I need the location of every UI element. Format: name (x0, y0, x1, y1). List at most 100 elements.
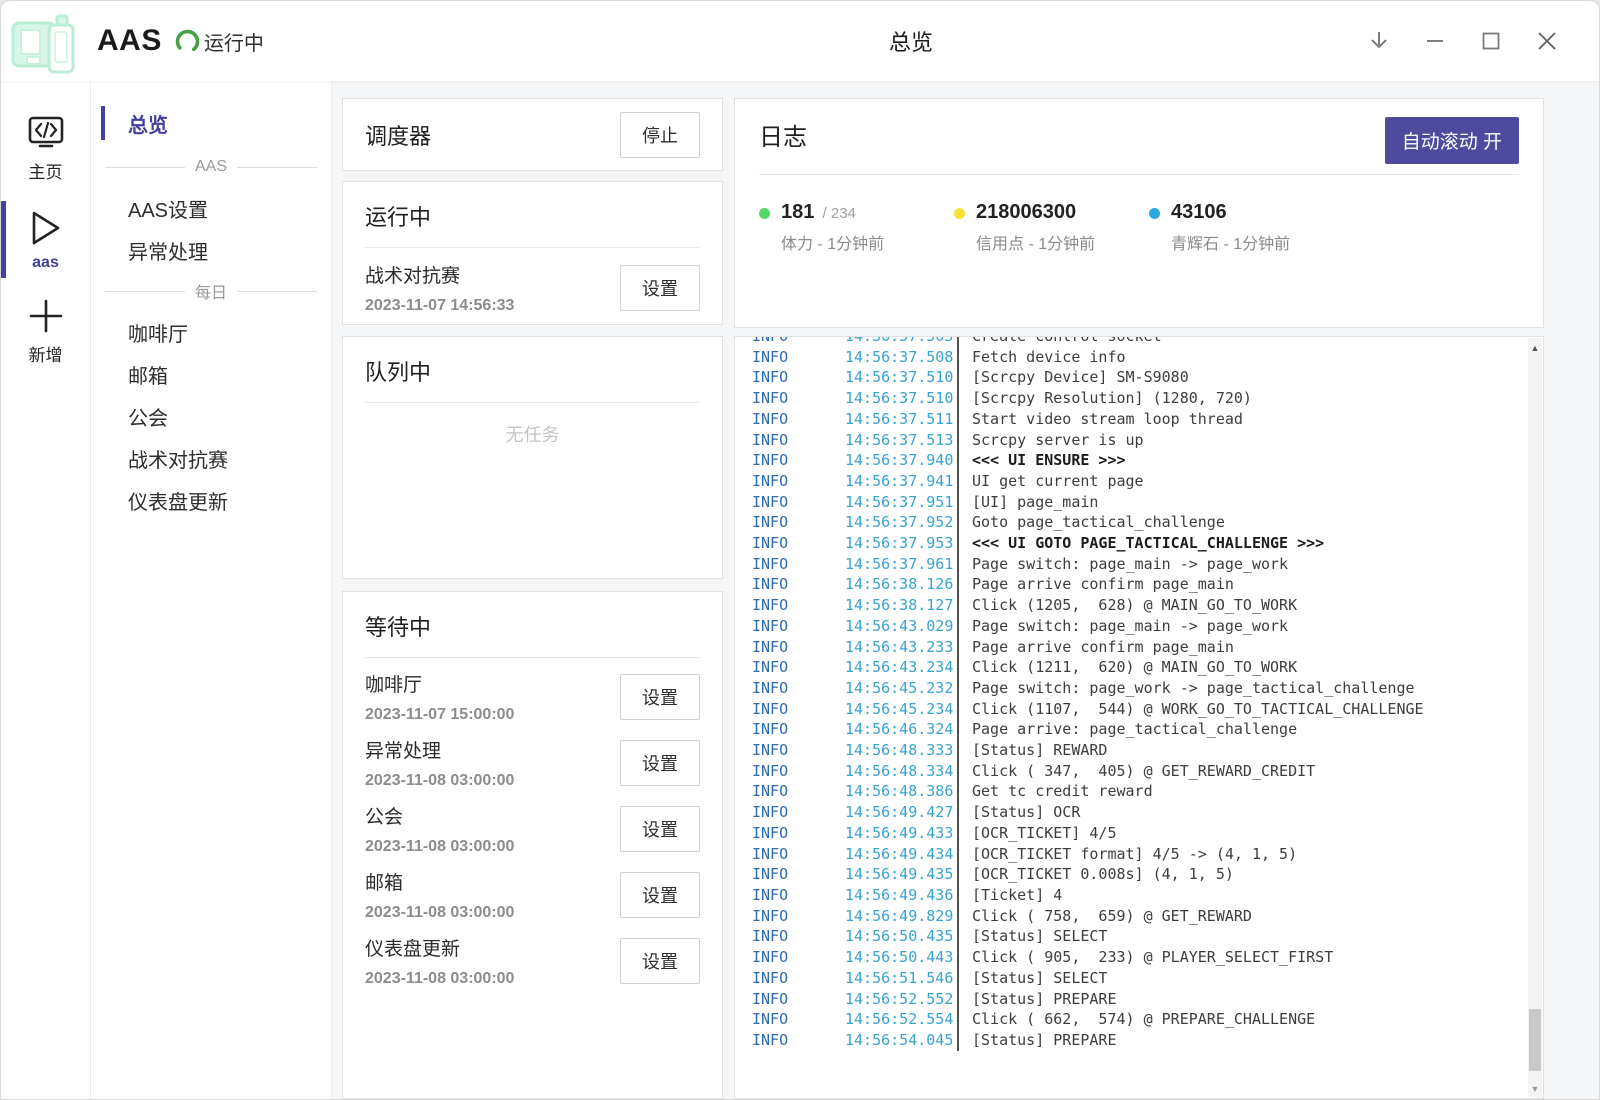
log-level: INFO (752, 864, 808, 885)
rail-item-label: 新增 (29, 341, 63, 366)
scroll-down-icon[interactable]: ▼ (1528, 1081, 1542, 1097)
stat-dot-icon (759, 208, 770, 219)
log-message: <<< UI ENSURE >>> (957, 450, 1543, 471)
sidebar-item-overview[interactable]: 总览 (91, 99, 331, 147)
rail-item-add[interactable]: 新增 (1, 284, 90, 378)
log-timestamp: 14:56:38.126 (845, 574, 953, 595)
log-timestamp: 14:56:54.045 (845, 1030, 953, 1051)
log-level: INFO (752, 347, 808, 368)
window-controls (1366, 1, 1559, 81)
sidebar-item-label: 公会 (128, 402, 168, 431)
settings-button[interactable]: 设置 (620, 740, 700, 786)
settings-button[interactable]: 设置 (620, 806, 700, 852)
log-message: [Status] PREPARE (957, 1030, 1543, 1051)
log-level: INFO (752, 947, 808, 968)
rail-item-aas[interactable]: aas (1, 195, 90, 284)
log-line: INFO 14:56:49.433 [OCR_TICKET] 4/5 (752, 823, 1543, 844)
log-message: Click ( 662, 574) @ PREPARE_CHALLENGE (957, 1009, 1543, 1030)
log-level: INFO (752, 781, 808, 802)
settings-button[interactable]: 设置 (620, 265, 700, 311)
log-message: Start video stream loop thread (957, 409, 1543, 430)
waiting-list: 咖啡厅 2023-11-07 15:00:00 设置 异常处理 2023-11-… (365, 670, 700, 988)
log-timestamp: 14:56:49.435 (845, 864, 953, 885)
sidebar-item-label: 异常处理 (128, 236, 208, 265)
log-line: INFO 14:56:37.952 Goto page_tactical_cha… (752, 512, 1543, 533)
log-timestamp: 14:56:43.233 (845, 637, 953, 658)
sidebar-item-aas-settings[interactable]: AAS设置 (91, 187, 331, 229)
log-line: INFO 14:56:48.333 [Status] REWARD (752, 740, 1543, 761)
log-scrollbar[interactable]: ▲ ▼ (1528, 338, 1542, 1097)
main-content: 调度器 停止 运行中 战术对抗赛 2023-11-07 14:56:33 设置 (332, 81, 1599, 1099)
sidebar-item-guild[interactable]: 公会 (91, 395, 331, 437)
queue-empty-label: 无任务 (365, 421, 700, 447)
log-line: INFO 14:56:50.435 [Status] SELECT (752, 926, 1543, 947)
log-line: INFO 14:56:37.951 [UI] page_main (752, 492, 1543, 513)
code-monitor-icon (26, 115, 66, 151)
log-line: INFO 14:56:38.126 Page arrive confirm pa… (752, 574, 1543, 595)
log-timestamp: 14:56:37.508 (845, 347, 953, 368)
log-message: Create control socket (957, 336, 1543, 347)
log-timestamp: 14:56:50.435 (845, 926, 953, 947)
resource-stat: 218006300 信用点 - 1分钟前 (954, 201, 1149, 254)
queue-title: 队列中 (365, 355, 700, 387)
autoscroll-toggle-button[interactable]: 自动滚动 开 (1385, 117, 1519, 164)
app-window: AAS 运行中 总览 (0, 0, 1600, 1100)
download-icon[interactable] (1366, 29, 1391, 54)
plus-icon (28, 298, 64, 334)
log-timestamp: 14:56:37.941 (845, 471, 953, 492)
title-bar: AAS 运行中 总览 (1, 1, 1599, 81)
sidebar-item-label: 邮箱 (128, 360, 168, 389)
sidebar-item-dashboard-update[interactable]: 仪表盘更新 (91, 479, 331, 521)
waiting-task-name: 异常处理 (365, 736, 514, 763)
divider (365, 402, 700, 403)
scheduler-title: 调度器 (365, 119, 431, 151)
settings-button[interactable]: 设置 (620, 872, 700, 918)
log-message: Fetch device info (957, 347, 1543, 368)
log-message: Page switch: page_work -> page_tactical_… (957, 678, 1543, 699)
rail-item-home[interactable]: 主页 (1, 101, 90, 195)
log-level: INFO (752, 450, 808, 471)
stat-label: 体力 - 1分钟前 (781, 230, 884, 254)
log-level: INFO (752, 595, 808, 616)
log-level: INFO (752, 823, 808, 844)
log-line: INFO 14:56:37.941 UI get current page (752, 471, 1543, 492)
stat-value: 43106 (1171, 201, 1227, 223)
log-message: <<< UI GOTO PAGE_TACTICAL_CHALLENGE >>> (957, 533, 1543, 554)
log-message: [OCR_TICKET] 4/5 (957, 823, 1543, 844)
log-level: INFO (752, 616, 808, 637)
log-line: INFO 14:56:37.510 [Scrcpy Resolution] (1… (752, 388, 1543, 409)
sidebar-item-tactical-challenge[interactable]: 战术对抗赛 (91, 437, 331, 479)
log-message: [OCR_TICKET format] 4/5 -> (4, 1, 5) (957, 844, 1543, 865)
log-timestamp: 14:56:45.234 (845, 699, 953, 720)
log-timestamp: 14:56:52.552 (845, 989, 953, 1010)
log-line: INFO 14:56:37.961 Page switch: page_main… (752, 554, 1543, 575)
running-spinner-icon (174, 28, 201, 55)
log-timestamp: 14:56:48.334 (845, 761, 953, 782)
sidebar-item-cafe[interactable]: 咖啡厅 (91, 311, 331, 353)
stop-button[interactable]: 停止 (620, 112, 700, 158)
sidebar-item-exception-handling[interactable]: 异常处理 (91, 229, 331, 271)
sidebar-item-label: 咖啡厅 (128, 318, 188, 347)
waiting-task-row: 邮箱 2023-11-08 03:00:00 设置 (365, 868, 700, 922)
scroll-up-icon[interactable]: ▲ (1528, 340, 1542, 356)
waiting-task-time: 2023-11-08 03:00:00 (365, 970, 514, 988)
sidebar-item-mail[interactable]: 邮箱 (91, 353, 331, 395)
close-icon[interactable] (1534, 29, 1559, 54)
minimize-icon[interactable] (1422, 29, 1447, 54)
log-line: INFO 14:56:54.045 [Status] PREPARE (752, 1030, 1543, 1051)
log-timestamp: 14:56:50.443 (845, 947, 953, 968)
maximize-icon[interactable] (1478, 29, 1503, 54)
stat-value: 181 (781, 201, 814, 223)
waiting-task-time: 2023-11-08 03:00:00 (365, 772, 514, 790)
log-message: [OCR_TICKET 0.008s] (4, 1, 5) (957, 864, 1543, 885)
waiting-task-name: 咖啡厅 (365, 670, 514, 697)
settings-button[interactable]: 设置 (620, 674, 700, 720)
scrollbar-thumb[interactable] (1529, 1009, 1541, 1071)
log-line: INFO 14:56:51.546 [Status] SELECT (752, 968, 1543, 989)
settings-button[interactable]: 设置 (620, 938, 700, 984)
log-timestamp: 14:56:43.234 (845, 657, 953, 678)
log-level: INFO (752, 512, 808, 533)
log-timestamp: 14:56:45.232 (845, 678, 953, 699)
log-level: INFO (752, 740, 808, 761)
log-message: [Scrcpy Device] SM-S9080 (957, 367, 1543, 388)
